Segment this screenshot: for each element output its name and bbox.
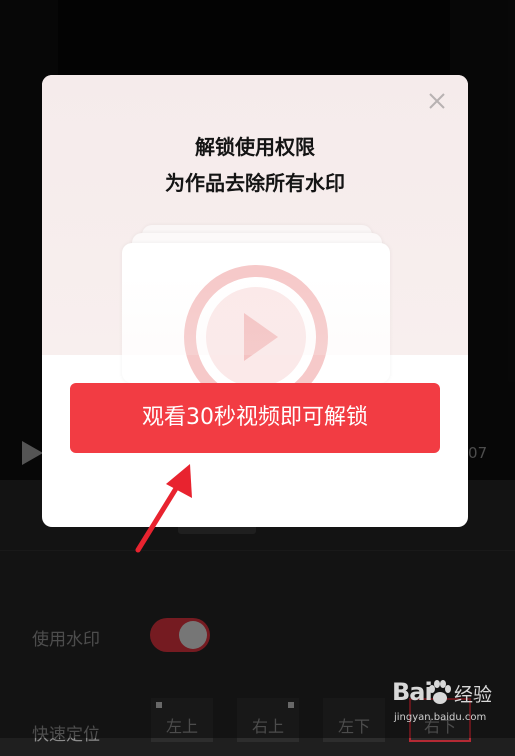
close-icon[interactable] — [425, 89, 449, 113]
unlock-dialog: 解锁使用权限 为作品去除所有水印 观看30秒视频即可解锁 — [42, 75, 468, 527]
paw-logo-icon — [429, 680, 451, 704]
annotation-arrow-icon — [135, 464, 192, 553]
dialog-title-line1: 解锁使用权限 — [195, 135, 315, 159]
watch-video-unlock-button[interactable]: 观看30秒视频即可解锁 — [70, 383, 440, 453]
dialog-hero: 解锁使用权限 为作品去除所有水印 — [42, 75, 468, 409]
watermark-brand-cn: 经验 — [454, 684, 493, 706]
hero-fade — [42, 275, 468, 355]
baidu-jingyan-watermark: Bai 经验 jingyan.baidu.com — [392, 678, 512, 738]
watermark-url: jingyan.baidu.com — [394, 712, 487, 723]
dialog-title-line2: 为作品去除所有水印 — [165, 171, 345, 195]
